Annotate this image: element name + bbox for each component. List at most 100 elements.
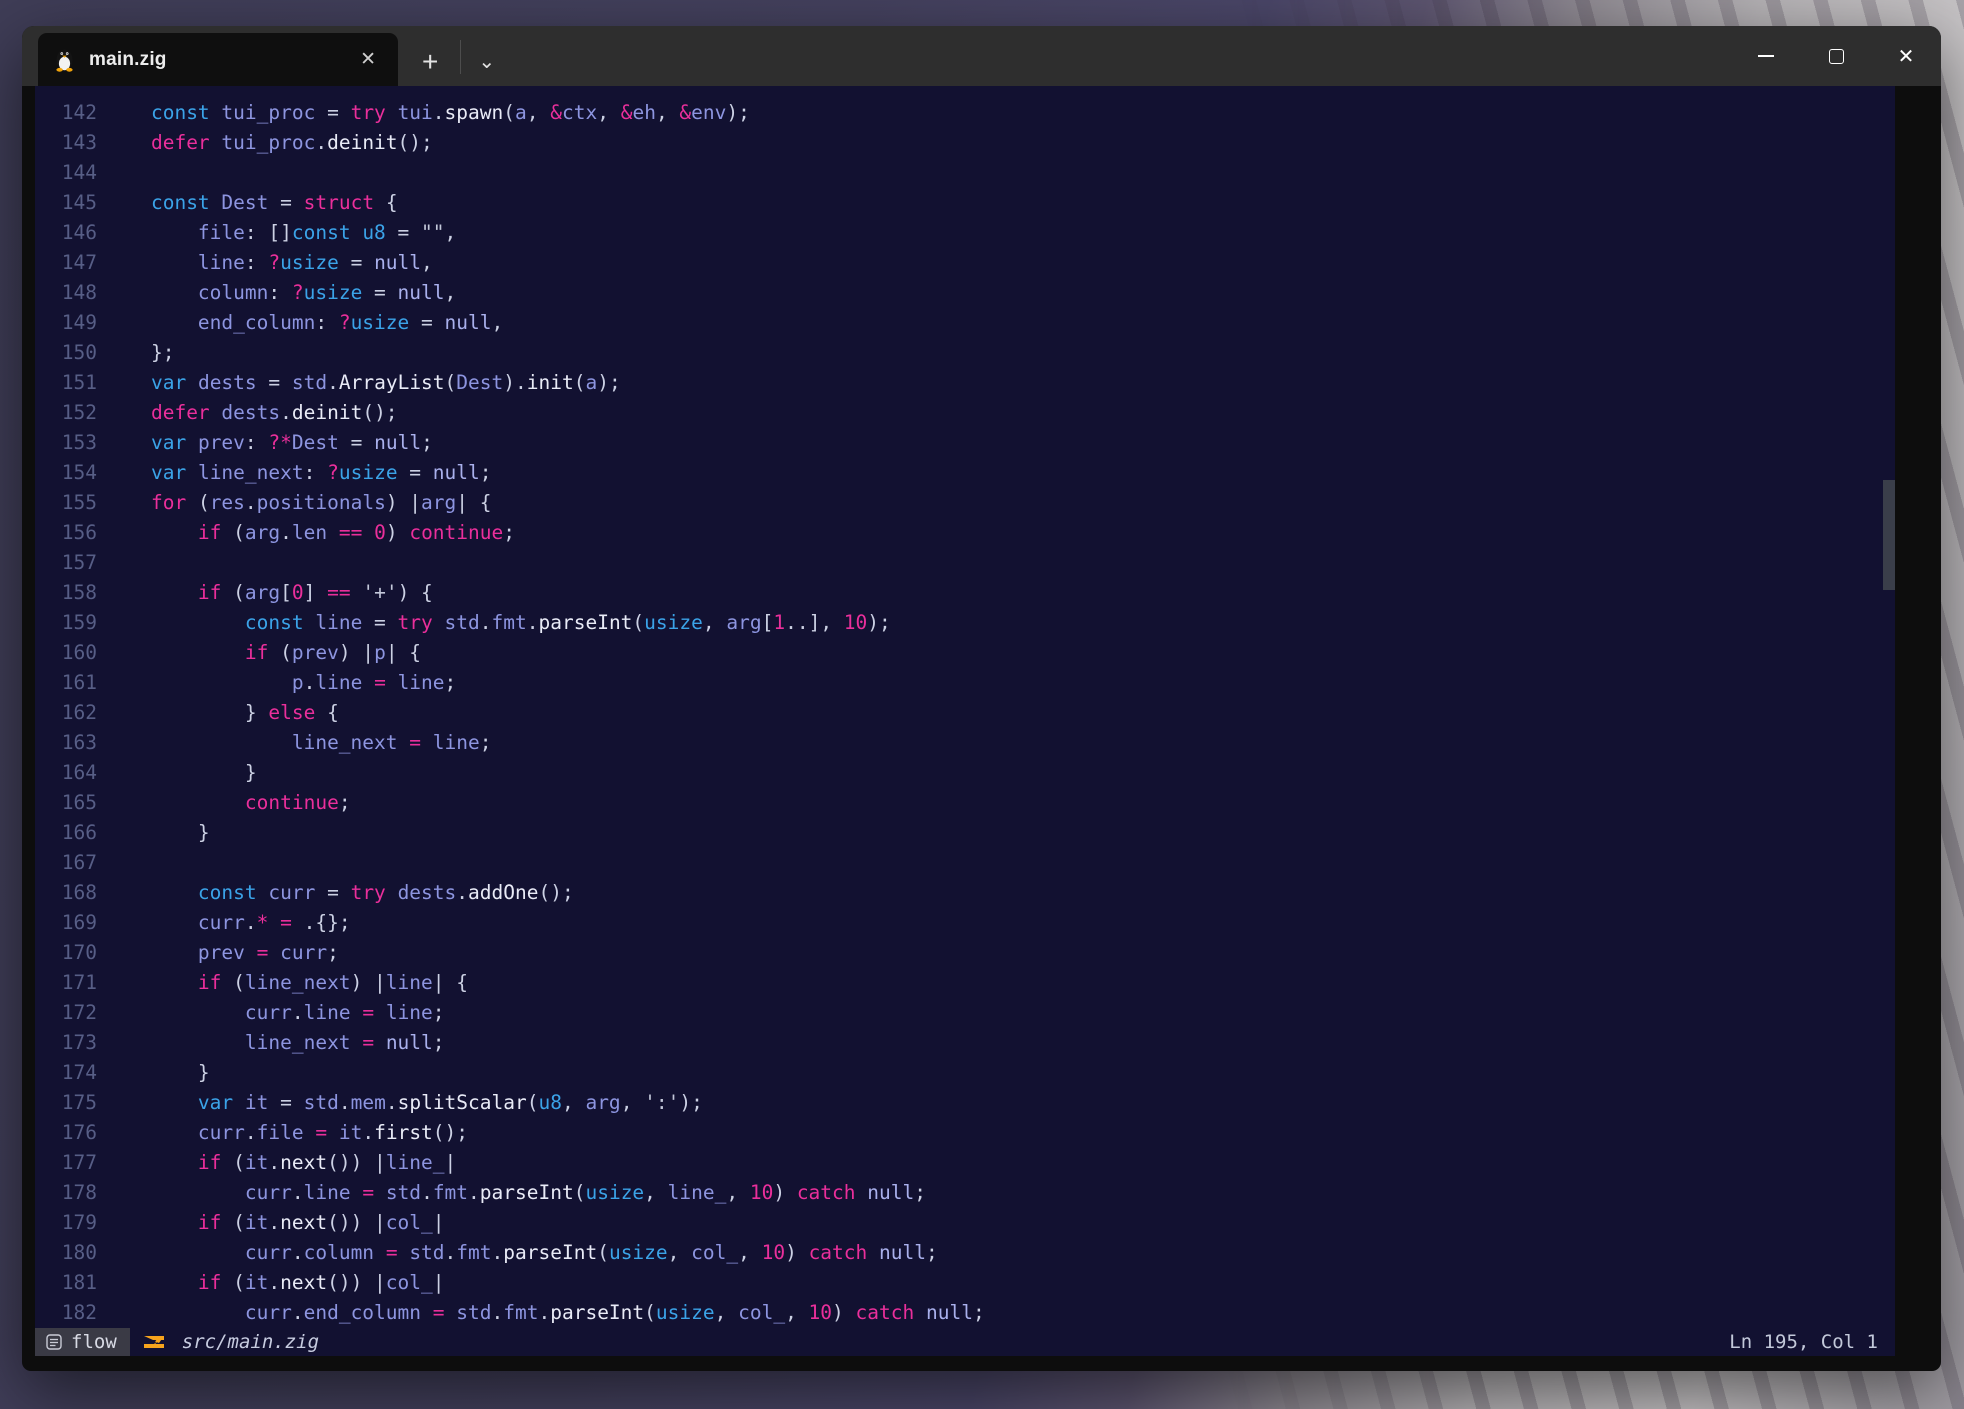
code-token: ? <box>292 281 304 304</box>
code-line[interactable]: 167 <box>35 848 1895 878</box>
code-token: [ <box>280 581 292 604</box>
code-line[interactable]: 150 }; <box>35 338 1895 368</box>
code-token: line <box>433 731 480 754</box>
code-line[interactable]: 157 <box>35 548 1895 578</box>
code-token: parseInt <box>539 611 633 634</box>
code-token <box>104 881 198 904</box>
code-token: ; <box>421 431 433 454</box>
code-token: it <box>339 1121 362 1144</box>
code-line[interactable]: 148 column: ?usize = null, <box>35 278 1895 308</box>
code-token <box>433 611 445 634</box>
tab-main-zig[interactable]: main.zig ✕ <box>38 33 398 86</box>
code-line[interactable]: 152 defer dests.deinit(); <box>35 398 1895 428</box>
scrollbar-thumb[interactable] <box>1883 480 1895 590</box>
code-token: . <box>245 911 257 934</box>
code-line[interactable]: 158 if (arg[0] == '+') { <box>35 578 1895 608</box>
code-line[interactable]: 145 const Dest = struct { <box>35 188 1895 218</box>
code-token: , <box>445 281 457 304</box>
code-line[interactable]: 144 <box>35 158 1895 188</box>
close-button[interactable]: ✕ <box>1871 26 1941 86</box>
code-line[interactable]: 165 continue; <box>35 788 1895 818</box>
code-token: col_ <box>386 1211 433 1234</box>
code-token: mem <box>351 1091 386 1114</box>
code-line[interactable]: 164 } <box>35 758 1895 788</box>
code-token: p <box>374 641 386 664</box>
code-line[interactable]: 180 curr.column = std.fmt.parseInt(usize… <box>35 1238 1895 1268</box>
code-line[interactable]: 159 const line = try std.fmt.parseInt(us… <box>35 608 1895 638</box>
code-line[interactable]: 161 p.line = line; <box>35 668 1895 698</box>
code-token: 0 <box>374 521 386 544</box>
line-number: 173 <box>35 1028 97 1058</box>
line-text: if (prev) |p| { <box>104 638 421 668</box>
code-token: . <box>468 1181 480 1204</box>
code-token <box>104 1151 198 1174</box>
code-line[interactable]: 181 if (it.next()) |col_| <box>35 1268 1895 1298</box>
code-line[interactable]: 142 const tui_proc = try tui.spawn(a, &c… <box>35 98 1895 128</box>
code-line[interactable]: 160 if (prev) |p| { <box>35 638 1895 668</box>
code-line[interactable]: 156 if (arg.len == 0) continue; <box>35 518 1895 548</box>
tab-close-icon[interactable]: ✕ <box>360 33 376 86</box>
code-token: std <box>456 1301 491 1324</box>
code-line[interactable]: 168 const curr = try dests.addOne(); <box>35 878 1895 908</box>
code-token: null <box>386 1031 433 1054</box>
maximize-button[interactable] <box>1801 26 1871 86</box>
code-line[interactable]: 153 var prev: ?*Dest = null; <box>35 428 1895 458</box>
code-token: it <box>245 1271 268 1294</box>
code-token: = <box>386 1241 398 1264</box>
code-token: } <box>104 1061 210 1084</box>
code-token: var <box>198 1091 233 1114</box>
code-token: line <box>386 971 433 994</box>
line-number: 143 <box>35 128 97 158</box>
code-line[interactable]: 178 curr.line = std.fmt.parseInt(usize, … <box>35 1178 1895 1208</box>
code-token: = <box>280 911 292 934</box>
tab-dropdown-button[interactable]: ⌄ <box>478 52 495 72</box>
code-token: null <box>445 311 492 334</box>
code-token: [ <box>762 611 774 634</box>
file-path[interactable]: src/main.zig <box>182 1331 319 1353</box>
code-token: next <box>280 1211 327 1234</box>
code-line[interactable]: 162 } else { <box>35 698 1895 728</box>
code-line[interactable]: 166 } <box>35 818 1895 848</box>
flow-mode-badge[interactable]: flow <box>35 1328 130 1356</box>
line-number: 179 <box>35 1208 97 1238</box>
code-token <box>104 1001 245 1024</box>
code-token: u8 <box>538 1091 561 1114</box>
minimize-button[interactable] <box>1731 26 1801 86</box>
code-line[interactable]: 173 line_next = null; <box>35 1028 1895 1058</box>
code-token: arg <box>726 611 761 634</box>
code-line[interactable]: 182 curr.end_column = std.fmt.parseInt(u… <box>35 1298 1895 1328</box>
code-line[interactable]: 146 file: []const u8 = "", <box>35 218 1895 248</box>
code-line[interactable]: 174 } <box>35 1058 1895 1088</box>
code-line[interactable]: 170 prev = curr; <box>35 938 1895 968</box>
line-number: 169 <box>35 908 97 938</box>
new-tab-button[interactable]: + <box>422 48 438 76</box>
code-area[interactable]: 142 const tui_proc = try tui.spawn(a, &c… <box>35 98 1895 1328</box>
code-line[interactable]: 179 if (it.next()) |col_| <box>35 1208 1895 1238</box>
code-token: == <box>339 521 362 544</box>
code-line[interactable]: 155 for (res.positionals) |arg| { <box>35 488 1895 518</box>
code-token: , <box>562 1091 585 1114</box>
code-token: ':' <box>644 1091 679 1114</box>
code-token: if <box>198 521 221 544</box>
code-line[interactable]: 171 if (line_next) |line| { <box>35 968 1895 998</box>
titlebar[interactable]: main.zig ✕ + ⌄ ✕ <box>22 26 1941 86</box>
code-token: usize <box>339 461 398 484</box>
code-line[interactable]: 149 end_column: ?usize = null, <box>35 308 1895 338</box>
code-token: catch <box>809 1241 868 1264</box>
code-line[interactable]: 176 curr.file = it.first(); <box>35 1118 1895 1148</box>
code-line[interactable]: 151 var dests = std.ArrayList(Dest).init… <box>35 368 1895 398</box>
code-token <box>257 881 269 904</box>
code-line[interactable]: 175 var it = std.mem.splitScalar(u8, arg… <box>35 1088 1895 1118</box>
code-line[interactable]: 163 line_next = line; <box>35 728 1895 758</box>
code-line[interactable]: 147 line: ?usize = null, <box>35 248 1895 278</box>
code-token <box>104 941 198 964</box>
code-token: Dest <box>292 431 339 454</box>
code-line[interactable]: 177 if (it.next()) |line_| <box>35 1148 1895 1178</box>
code-line[interactable]: 172 curr.line = line; <box>35 998 1895 1028</box>
code-line[interactable]: 154 var line_next: ?usize = null; <box>35 458 1895 488</box>
code-token: usize <box>609 1241 668 1264</box>
code-token: const <box>198 881 257 904</box>
code-line[interactable]: 169 curr.* = .{}; <box>35 908 1895 938</box>
code-line[interactable]: 143 defer tui_proc.deinit(); <box>35 128 1895 158</box>
code-token <box>104 311 198 334</box>
